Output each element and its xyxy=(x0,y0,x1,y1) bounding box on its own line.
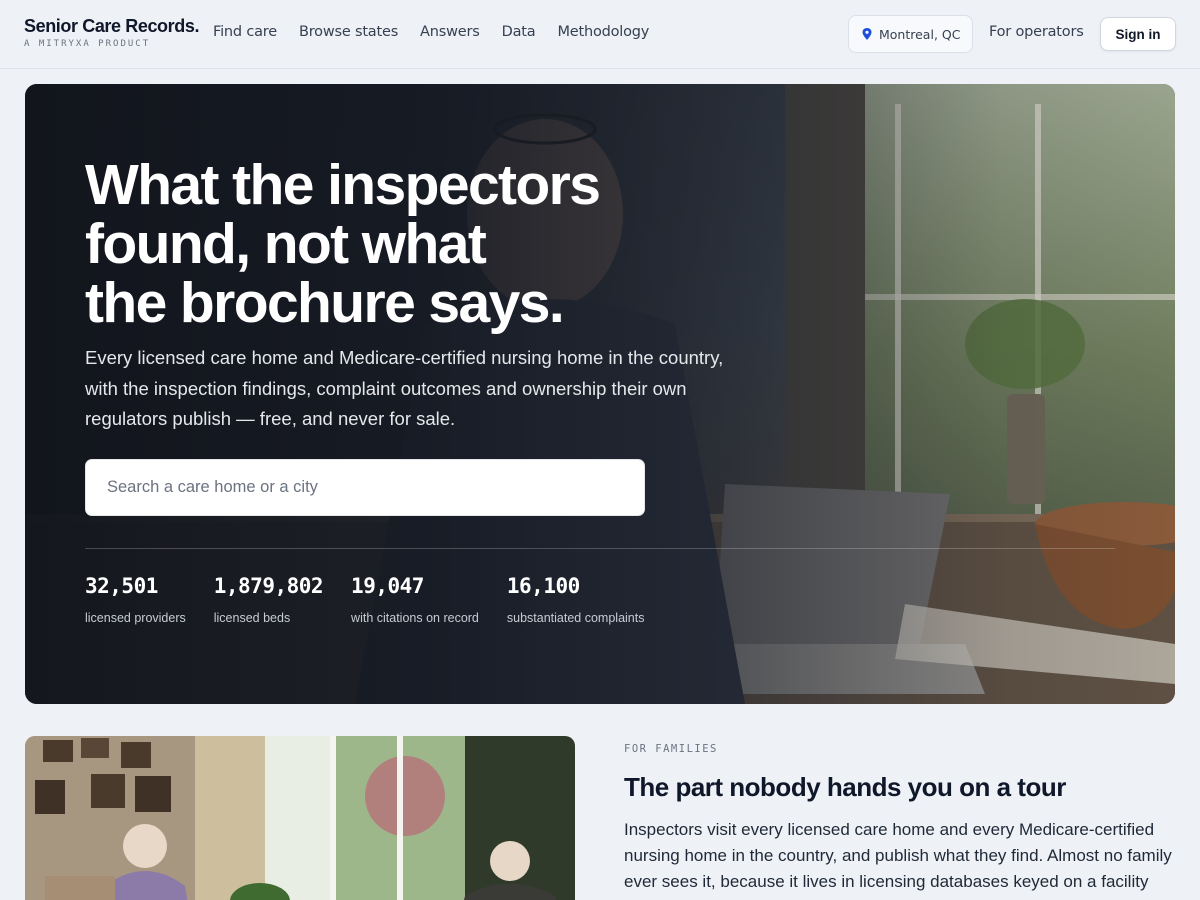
search-input[interactable] xyxy=(85,459,645,516)
nav-methodology[interactable]: Methodology xyxy=(557,24,649,40)
hero-headline-line-1: What the inspectors xyxy=(85,153,601,217)
stat-licensed-beds: 1,879,802 licensed beds xyxy=(213,574,324,625)
brand-name[interactable]: Senior Care Records. xyxy=(24,16,199,37)
families-photo xyxy=(25,736,575,900)
main-nav: Find care Browse states Answers Data Met… xyxy=(213,24,649,40)
section-eyebrow: FOR FAMILIES xyxy=(624,743,718,755)
stat-licensed-providers: 32,501 licensed providers xyxy=(85,574,186,625)
stat-value: 19,047 xyxy=(351,574,424,598)
stat-label: licensed providers xyxy=(85,611,186,625)
brand[interactable]: Senior Care Records. A MITRYXA PRODUCT xyxy=(24,16,199,49)
nav-browse-states[interactable]: Browse states xyxy=(299,24,398,40)
hero-section: What the inspectors found, not what the … xyxy=(25,84,1175,704)
hero-divider xyxy=(85,548,1115,549)
elderly-couple-image xyxy=(25,736,575,900)
nav-find-care[interactable]: Find care xyxy=(213,24,277,40)
stat-value: 16,100 xyxy=(506,574,580,598)
section-body: Inspectors visit every licensed care hom… xyxy=(624,820,1172,891)
stat-complaints: 16,100 substantiated complaints xyxy=(507,574,645,625)
stat-label: substantiated complaints xyxy=(506,611,645,625)
nav-answers[interactable]: Answers xyxy=(420,24,480,40)
site-header: Senior Care Records. A MITRYXA PRODUCT F… xyxy=(0,0,1200,69)
hero-headline-line-2: found, not what xyxy=(85,212,487,276)
stat-label: licensed beds xyxy=(213,611,291,625)
stat-value: 32,501 xyxy=(85,574,158,598)
stat-label: with citations on record xyxy=(351,611,479,625)
sign-in-button[interactable]: Sign in xyxy=(1100,17,1176,51)
stat-citations: 19,047 with citations on record xyxy=(351,574,479,625)
section-title: The part nobody hands you on a tour xyxy=(624,772,1066,802)
hero-subtitle: Every licensed care home and Medicare-ce… xyxy=(85,347,724,429)
hero-headline-line-3: the brochure says. xyxy=(85,271,565,335)
nav-data[interactable]: Data xyxy=(502,24,536,40)
stats-row: 32,501 licensed providers 1,879,802 lice… xyxy=(85,574,672,625)
hero-headline: What the inspectors found, not what the … xyxy=(85,156,725,333)
location-pin-icon xyxy=(862,28,872,40)
location-label: Montreal, QC xyxy=(879,26,961,42)
stat-value: 1,879,802 xyxy=(213,574,324,598)
brand-tagline: A MITRYXA PRODUCT xyxy=(24,39,151,49)
location-selector[interactable]: Montreal, QC xyxy=(848,15,973,53)
for-operators-link[interactable]: For operators xyxy=(989,24,1084,40)
